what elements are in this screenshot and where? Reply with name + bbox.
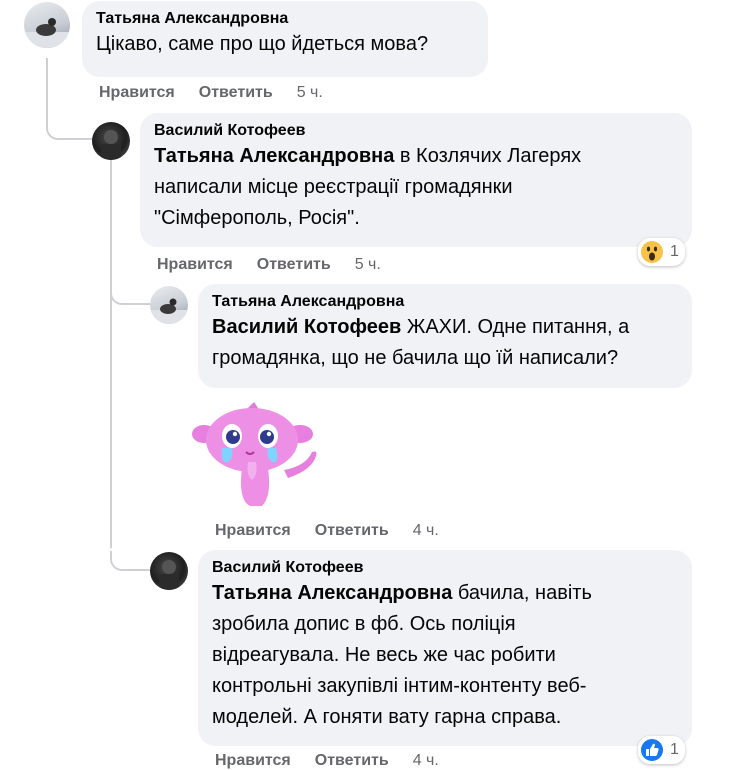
comment-text: Василий Котофеев ЖАХИ. Одне питання, а г… (212, 312, 678, 374)
thread-elbow-reply-1 (46, 118, 94, 140)
like-thumb-icon (641, 739, 663, 761)
like-button[interactable]: Нравится (215, 752, 291, 770)
comment-text-line: "Сімферополь, Росія". (154, 207, 360, 229)
comment-text-line: зробила допис в фб. Ось поліція (212, 613, 516, 635)
comment-text: Татьяна Александровна бачила, навіть зро… (212, 578, 678, 733)
avatar[interactable] (150, 286, 188, 324)
thread-elbow-reply-3 (110, 551, 150, 571)
comment-text-line: моделей. А гоняти вату гарна справа. (212, 706, 562, 728)
comment-timestamp[interactable]: 5 ч. (297, 84, 323, 102)
comment-bubble: Василий Котофеев Татьяна Александровна б… (198, 550, 692, 746)
reply-button[interactable]: Ответить (257, 256, 331, 274)
comment-text-line: контрольні закупівлі інтим-контенту веб- (212, 675, 587, 697)
reaction-count: 1 (670, 243, 679, 260)
like-button[interactable]: Нравится (99, 84, 175, 102)
avatar[interactable] (92, 122, 130, 160)
thread-line-replies (110, 160, 112, 548)
comment-actions: Нравится Ответить 5 ч. (157, 256, 381, 274)
reaction-summary[interactable]: 1 (638, 238, 685, 266)
comment-actions: Нравится Ответить 4 ч. (215, 752, 439, 770)
comment-author[interactable]: Василий Котофеев (154, 121, 678, 141)
reply-button[interactable]: Ответить (199, 84, 273, 102)
comment-author[interactable]: Василий Котофеев (212, 558, 678, 578)
comment-text: Цікаво, саме про що йдеться мова? (96, 33, 429, 55)
avatar-photo-icon (24, 18, 70, 48)
avatar-photo-icon (159, 560, 179, 590)
comment-bubble: Татьяна Александровна Василий Котофеев Ж… (198, 284, 692, 388)
comment-actions: Нравится Ответить 4 ч. (215, 522, 439, 540)
comment-actions: Нравится Ответить 5 ч. (99, 84, 323, 102)
mention-link[interactable]: Татьяна Александровна (154, 145, 394, 167)
comment-text-line: написали місце реєстрації громадянки (154, 176, 513, 198)
comment-timestamp[interactable]: 4 ч. (413, 522, 439, 540)
mention-link[interactable]: Татьяна Александровна (212, 582, 452, 604)
avatar-photo-icon (101, 130, 121, 160)
avatar[interactable] (150, 552, 188, 590)
comment-author[interactable]: Татьяна Александровна (96, 9, 474, 29)
comment-text-line: громадянка, що не бачила що їй написали? (212, 347, 619, 369)
reply-button[interactable]: Ответить (315, 522, 389, 540)
wow-emoji-icon (641, 241, 663, 263)
comment-bubble: Татьяна Александровна Цікаво, саме про щ… (82, 1, 488, 77)
comment-text: Татьяна Александровна в Козлячих Лагерях… (154, 141, 678, 234)
comment-author[interactable]: Татьяна Александровна (212, 292, 678, 312)
like-button[interactable]: Нравится (157, 256, 233, 274)
comment-text-line: відреагувала. Не весь же час робити (212, 644, 556, 666)
mention-link[interactable]: Василий Котофеев (212, 316, 401, 338)
comment-timestamp[interactable]: 5 ч. (355, 256, 381, 274)
comment-text-line: в Козлячих Лагерях (394, 145, 582, 167)
crying-pink-creature-sticker-icon[interactable] (192, 400, 322, 510)
comment-bubble: Василий Котофеев Татьяна Александровна в… (140, 113, 692, 247)
avatar-photo-icon (150, 298, 188, 324)
comment-text-line: бачила, навіть (452, 582, 592, 604)
thread-elbow-reply-2 (110, 285, 150, 305)
comment-text-line: ЖАХИ. Одне питання, а (401, 316, 630, 338)
avatar[interactable] (24, 2, 70, 48)
reaction-summary[interactable]: 1 (638, 736, 685, 764)
like-button[interactable]: Нравится (215, 522, 291, 540)
reply-button[interactable]: Ответить (315, 752, 389, 770)
reaction-count: 1 (670, 741, 679, 758)
comment-timestamp[interactable]: 4 ч. (413, 752, 439, 770)
